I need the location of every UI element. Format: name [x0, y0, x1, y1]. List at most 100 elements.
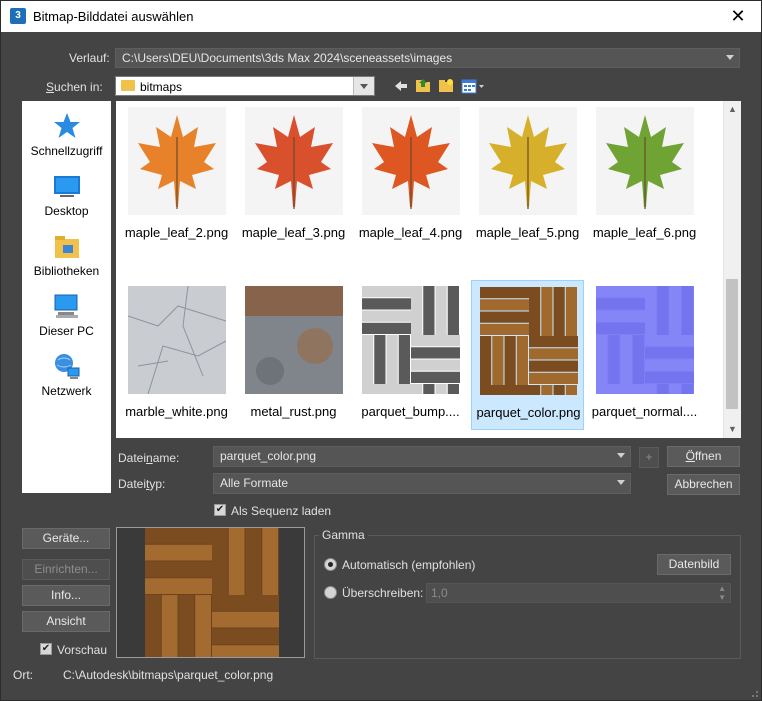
- place-quick-access[interactable]: Schnellzugriff: [22, 111, 111, 158]
- close-button[interactable]: ✕: [715, 1, 761, 32]
- datenbild-button[interactable]: Datenbild: [657, 554, 731, 575]
- back-arrow-icon[interactable]: [392, 77, 410, 95]
- file-name: maple_leaf_2.png: [124, 225, 229, 240]
- filetype-dropdown[interactable]: Alle Formate: [213, 473, 631, 494]
- file-list[interactable]: maple_leaf_2.png maple_leaf_3.png maple_le…: [116, 101, 741, 438]
- location-label: Ort:: [13, 668, 33, 682]
- app-icon: 3: [10, 8, 26, 24]
- file-thumbnail: [127, 285, 227, 395]
- scroll-up-icon[interactable]: ▲: [724, 101, 741, 118]
- filename-input[interactable]: parquet_color.png: [213, 446, 631, 467]
- star-icon: [53, 113, 80, 138]
- scrollbar-thumb[interactable]: [726, 279, 738, 409]
- place-label: Schnellzugriff: [30, 144, 103, 158]
- file-name: parquet_bump....: [361, 404, 460, 419]
- info-button[interactable]: Info...: [22, 585, 110, 606]
- file-thumbnail: [596, 286, 694, 433]
- file-tile[interactable]: marble_white.png: [120, 280, 233, 430]
- file-thumbnail: [245, 286, 343, 394]
- file-name: maple_leaf_3.png: [241, 225, 346, 240]
- file-thumbnail: [596, 107, 694, 215]
- file-tile[interactable]: parquet_bump....: [354, 280, 467, 433]
- desktop-icon: [53, 176, 80, 197]
- file-list-scrollbar[interactable]: ▲ ▼: [723, 101, 741, 438]
- view-menu-icon[interactable]: [460, 77, 486, 95]
- gamma-auto-label: Automatisch (empfohlen): [342, 558, 476, 572]
- resize-grip-icon[interactable]: [749, 688, 759, 698]
- new-folder-icon[interactable]: [437, 77, 455, 95]
- up-folder-icon[interactable]: [414, 77, 432, 95]
- history-value: C:\Users\DEU\Documents\3ds Max 2024\scen…: [122, 51, 453, 65]
- cancel-button[interactable]: Abbrechen: [667, 474, 740, 495]
- file-tile[interactable]: maple_leaf_6.png: [588, 101, 701, 251]
- file-thumbnail: [128, 107, 226, 215]
- place-label: Bibliotheken: [33, 264, 100, 278]
- gamma-override-value: 1,0: [431, 586, 448, 600]
- filetype-value: Alle Formate: [220, 476, 289, 490]
- history-dropdown[interactable]: C:\Users\DEU\Documents\3ds Max 2024\scen…: [115, 48, 740, 68]
- history-label: Verlauf:: [69, 51, 110, 65]
- dialog-window: 3 Bitmap-Bilddatei auswählen ✕ Verlauf: …: [0, 0, 762, 701]
- file-name: parquet_color.png: [476, 405, 581, 420]
- file-name: marble_white.png: [125, 404, 228, 419]
- place-network[interactable]: Netzwerk: [22, 351, 111, 398]
- place-desktop[interactable]: Desktop: [22, 171, 111, 218]
- view-button[interactable]: Ansicht: [22, 611, 110, 632]
- file-name: maple_leaf_5.png: [475, 225, 580, 240]
- place-label: Dieser PC: [39, 324, 94, 338]
- preview-label: Vorschau: [57, 643, 108, 657]
- file-tile[interactable]: metal_rust.png: [237, 280, 350, 430]
- filename-label: Dateiname:: [118, 451, 180, 465]
- devices-button[interactable]: Geräte...: [22, 528, 110, 549]
- place-libraries[interactable]: Bibliotheken: [22, 231, 111, 278]
- preview-checkbox[interactable]: ✔: [40, 643, 52, 655]
- chevron-down-icon: [360, 84, 368, 89]
- lookin-dropdown-button[interactable]: [353, 77, 374, 95]
- filetype-label: Dateityp:: [118, 477, 166, 491]
- file-tile[interactable]: parquet_color.png: [471, 280, 584, 434]
- place-label: Netzwerk: [41, 384, 92, 398]
- preview-image: [116, 527, 305, 658]
- file-tile[interactable]: maple_leaf_4.png: [354, 101, 467, 251]
- file-name: maple_leaf_4.png: [358, 225, 463, 240]
- scroll-down-icon[interactable]: ▼: [724, 421, 741, 438]
- title-bar: 3 Bitmap-Bilddatei auswählen ✕: [1, 1, 761, 32]
- chevron-down-icon: [617, 453, 625, 458]
- libraries-icon: [54, 236, 79, 258]
- gamma-override-label: Überschreiben:: [342, 586, 424, 600]
- gamma-title: Gamma: [319, 528, 368, 542]
- lookin-dropdown[interactable]: bitmaps: [115, 76, 375, 96]
- lookin-value: bitmaps: [140, 80, 183, 94]
- window-title: Bitmap-Bilddatei auswählen: [33, 9, 194, 24]
- setup-button[interactable]: Einrichten...: [22, 559, 110, 580]
- location-value: C:\Autodesk\bitmaps\parquet_color.png: [63, 668, 274, 682]
- computer-icon: [54, 294, 78, 318]
- file-tile[interactable]: maple_leaf_5.png: [471, 101, 584, 251]
- sequence-label: Als Sequenz laden: [231, 504, 332, 518]
- file-tile[interactable]: maple_leaf_3.png: [237, 101, 350, 251]
- file-name: metal_rust.png: [250, 404, 337, 419]
- places-bar: Schnellzugriff Desktop Bibliotheken Dies…: [22, 101, 111, 493]
- lookin-label: Suchen in:: [46, 80, 103, 94]
- gamma-override-radio[interactable]: [324, 586, 337, 599]
- file-tile[interactable]: maple_leaf_2.png: [120, 101, 233, 251]
- chevron-down-icon: [617, 480, 625, 485]
- file-thumbnail: [480, 287, 578, 434]
- file-thumbnail: [245, 107, 343, 215]
- file-name: maple_leaf_6.png: [592, 225, 697, 240]
- sequence-checkbox[interactable]: ✔: [214, 504, 226, 516]
- open-button[interactable]: Öffnen: [667, 446, 740, 467]
- add-button[interactable]: +: [639, 447, 659, 468]
- gamma-override-spinner[interactable]: 1,0 ▲ ▼: [426, 583, 731, 603]
- file-tile[interactable]: parquet_normal....: [588, 280, 701, 433]
- filename-value: parquet_color.png: [220, 449, 317, 463]
- gamma-auto-radio[interactable]: [324, 558, 337, 571]
- spinner-arrows-icon[interactable]: ▲ ▼: [718, 584, 726, 602]
- folder-icon: [121, 80, 135, 91]
- file-thumbnail: [362, 107, 460, 215]
- place-this-pc[interactable]: Dieser PC: [22, 291, 111, 338]
- file-thumbnail: [479, 107, 577, 215]
- network-icon: [54, 354, 79, 379]
- place-label: Desktop: [44, 204, 89, 218]
- chevron-down-icon: [726, 55, 734, 60]
